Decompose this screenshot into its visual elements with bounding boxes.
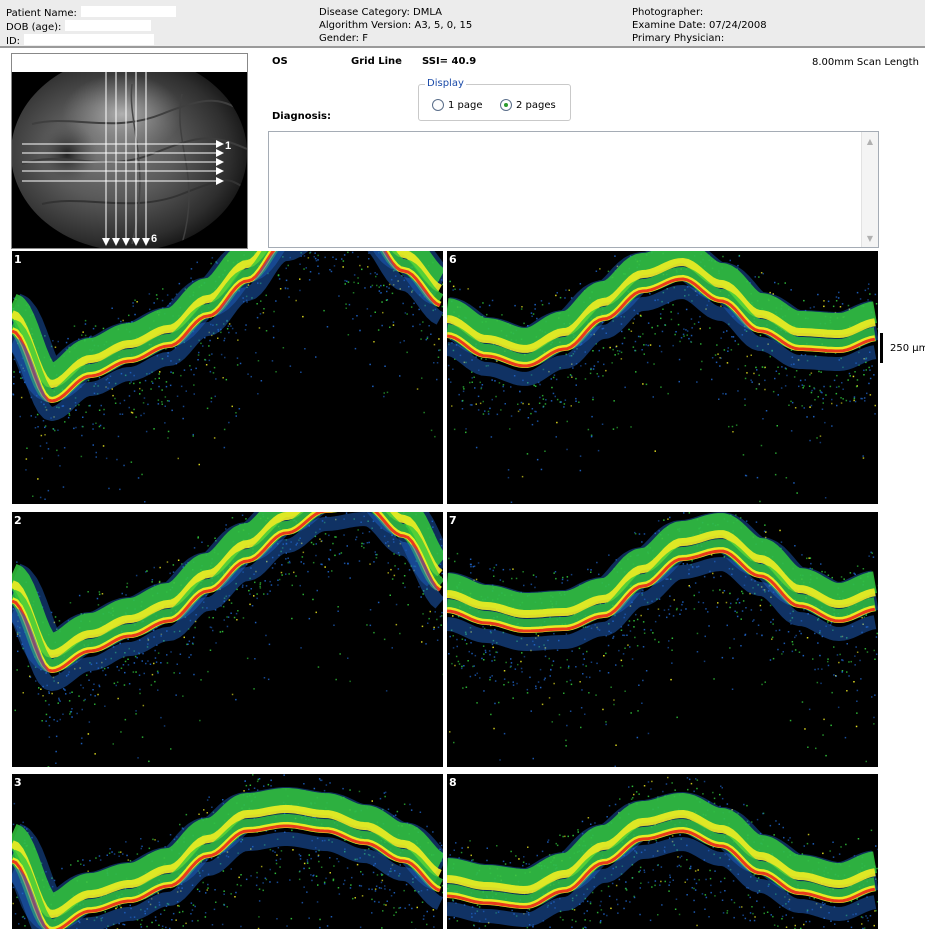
scale-bar-label: 250 µm — [890, 343, 925, 354]
radio-1-page[interactable]: 1 page — [432, 99, 483, 111]
oct-scan-panel-8: 8 — [447, 774, 878, 929]
scroll-down-icon[interactable]: ▼ — [864, 232, 876, 244]
primary-physician-label: Primary Physician: — [632, 33, 725, 44]
radio-1-page-circle[interactable] — [432, 99, 444, 111]
display-groupbox: Display 1 page 2 pages — [418, 78, 571, 121]
oct-scan-panel-6: 6 — [447, 251, 878, 504]
oct-scan-image-7 — [447, 512, 878, 767]
scan-number: 3 — [14, 776, 22, 789]
radio-2-pages[interactable]: 2 pages — [500, 99, 556, 111]
scan-number: 2 — [14, 514, 22, 527]
scale-bar — [880, 333, 883, 363]
scan-number: 1 — [14, 253, 22, 266]
radio-1-page-label: 1 page — [448, 99, 483, 111]
diagnosis-textarea[interactable]: ▲ ▼ — [268, 131, 879, 248]
dob-label: DOB (age): — [6, 22, 62, 33]
eye-label: OS — [272, 56, 288, 67]
last-line-label: 6 — [151, 233, 157, 245]
radio-2-pages-label: 2 pages — [516, 99, 556, 111]
id-label: ID: — [6, 36, 21, 47]
first-line-label: 1 — [225, 140, 231, 152]
disease-category: Disease Category: DMLA — [319, 7, 442, 18]
diagnosis-label: Diagnosis: — [272, 111, 331, 122]
oct-scan-panel-2: 2 — [12, 512, 443, 767]
oct-scan-panel-3: 3 — [12, 774, 443, 929]
patient-name-label: Patient Name: — [6, 8, 77, 19]
scan-length-label: 8.00mm Scan Length — [812, 57, 919, 68]
scan-number: 7 — [449, 514, 457, 527]
radio-2-pages-circle[interactable] — [500, 99, 512, 111]
oct-scan-panel-7: 7 — [447, 512, 878, 767]
oct-layer-outer — [12, 814, 443, 929]
oct-scan-image-8 — [447, 776, 878, 929]
display-legend: Display — [425, 78, 466, 89]
oct-scan-panel-1: 1 — [12, 251, 443, 504]
algorithm-version: Algorithm Version: A3, 5, 0, 15 — [319, 20, 473, 31]
fundus-image: 1 6 — [11, 53, 248, 249]
oct-scan-image-6 — [447, 251, 878, 503]
staff-info-column: Photographer: Examine Date: 07/24/2008 P… — [632, 6, 767, 45]
photographer-label: Photographer: — [632, 7, 704, 18]
ssi-label: SSI= 40.9 — [422, 56, 477, 67]
scan-number: 8 — [449, 776, 457, 789]
oct-scan-image-2 — [12, 512, 443, 767]
oct-scan-image-3 — [12, 774, 443, 929]
id-redacted — [24, 34, 155, 45]
dob-redacted — [65, 20, 152, 31]
patient-info-header: Patient Name: DOB (age): ID: Disease Cat… — [0, 0, 925, 48]
gender: Gender: F — [319, 33, 368, 44]
protocol-label: Grid Line — [351, 56, 402, 67]
scan-number: 6 — [449, 253, 457, 266]
patient-name-redacted — [80, 6, 176, 17]
oct-scan-image-1 — [12, 251, 443, 503]
fundus-svg: 1 6 — [12, 54, 247, 248]
diagnosis-scrollbar[interactable]: ▲ ▼ — [861, 132, 878, 247]
exam-info-column: Disease Category: DMLA Algorithm Version… — [319, 6, 472, 45]
examine-date: Examine Date: 07/24/2008 — [632, 20, 767, 31]
scroll-up-icon[interactable]: ▲ — [864, 135, 876, 147]
patient-info-column: Patient Name: DOB (age): ID: — [6, 6, 176, 48]
